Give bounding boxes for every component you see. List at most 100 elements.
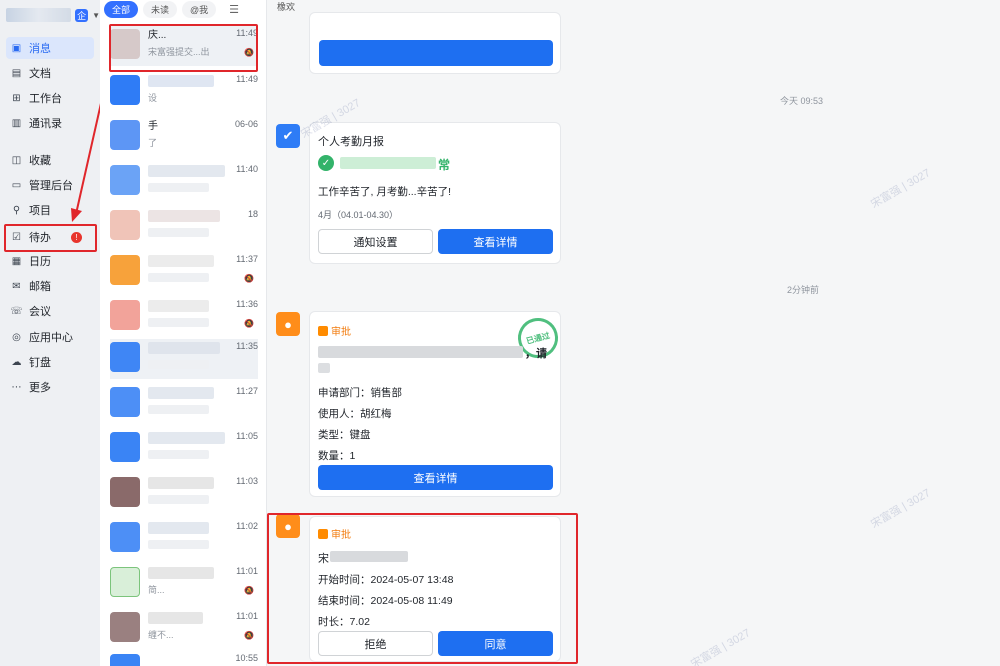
reject-button[interactable]: 拒绝 [318,631,433,656]
avatar [110,29,140,59]
blurred-status [340,157,436,169]
conversation-pane: 橡欢 今天 09:53 ✔ 个人考勤月报 ✓ 常 工作辛苦了, 月考勤...辛苦… [267,0,1000,666]
grid-icon: ⊞ [12,92,21,104]
todo-check-icon: ☑ [12,231,21,243]
blurred-preview [148,540,209,549]
chat-time: 06-06 [234,119,258,129]
blurred-preview [148,318,209,327]
more-dots-icon: ⋯ [11,381,22,393]
nav-item-workbench[interactable]: ⊞ 工作台 [6,87,94,109]
chat-last-message: 宋富强提交...出 [148,47,210,57]
filter-unread[interactable]: 未读 [143,0,178,18]
blurred-applicant [330,551,408,562]
list-item[interactable]: 11:03 [110,474,258,514]
chat-time: 11:49 [236,28,258,38]
app-center-icon: ◎ [12,331,21,343]
nav-item-contacts[interactable]: ▥ 通讯录 [6,112,94,134]
nav-item-label: 文档 [29,68,51,80]
nav-item-label: 邮箱 [29,281,51,293]
field-duration: 时长：7.02 [318,616,370,628]
nav-item-meetings[interactable]: ☏ 会议 [6,300,94,322]
chat-time: 11:01 [236,566,258,576]
chat-time: 11:05 [236,431,258,441]
avatar [110,387,140,417]
timestamp: 2分钟前 [787,285,820,295]
list-item[interactable]: 11:36 🔕 [110,297,258,337]
approval-icon [318,325,328,336]
nav-item-app-center[interactable]: ◎ 应用中心 [6,326,94,348]
user-profile[interactable]: 企 ▼ [0,0,100,30]
nav-item-label: 会议 [29,306,51,318]
blurred-heading [318,346,523,358]
nav-item-docs[interactable]: ▤ 文档 [6,62,94,84]
field-quantity: 数量：1 [318,450,356,462]
chat-last-message: 简... [148,585,165,595]
filter-mention[interactable]: @我 [182,0,217,18]
list-menu-icon[interactable]: ☰ [229,3,239,16]
nav-item-mail[interactable]: ✉ 邮箱 [6,275,94,297]
nav-item-drive[interactable]: ☁ 钉盘 [6,351,94,373]
nav-item-todo[interactable]: ☑ 待办 ! [6,226,94,248]
nav-item-projects[interactable]: ⚲ 项目 [6,199,94,221]
notify-settings-button[interactable]: 通知设置 [318,229,433,254]
card-action-button[interactable] [319,40,553,66]
nav-item-label: 工作台 [29,93,62,105]
list-item[interactable]: 11:40 [110,162,258,202]
chat-time: 11:49 [236,74,258,84]
list-item[interactable]: 10:55 [110,651,258,666]
list-item[interactable]: 11:02 [110,519,258,559]
meeting-phone-icon: ☏ [10,305,23,317]
chat-list: 全部 未读 @我 ☰ 庆... 宋富强提交...出 11:49 🔕 设 11:4… [100,0,365,666]
nav-item-favorites[interactable]: ◫ 收藏 [6,149,94,171]
nav-item-messages[interactable]: ▣ 消息 [6,37,94,59]
chat-bubble-icon: ▣ [11,42,22,54]
folder-star-icon: ◫ [11,154,22,166]
leave-approval-card: 审批 宋 开始时间：2024-05-07 13:48 结束时间：2024-05-… [309,516,561,662]
view-details-button[interactable]: 查看详情 [438,229,553,254]
list-item[interactable]: 缠不... 11:01 🔕 [110,609,258,649]
blurred-preview [148,495,209,504]
filter-all[interactable]: 全部 [104,0,139,18]
blurred-title [148,255,214,267]
check-circle-icon: ✓ [318,155,334,171]
blurred-title [148,522,209,534]
attendance-period: 4月（04.01-04.30） [318,210,399,220]
chat-last-message: 设 [148,93,158,103]
watermark: 宋富强 | 3027 [688,627,753,666]
mute-bell-icon: 🔕 [244,274,254,283]
nav-item-calendar[interactable]: ▦ 日历 [6,250,94,272]
blurred-heading-line2 [318,363,330,373]
avatar[interactable] [6,8,72,22]
calendar-icon: ▦ [11,255,22,267]
list-item[interactable]: 简... 11:01 🔕 [110,564,258,604]
list-item[interactable]: 庆... 宋富强提交...出 11:49 🔕 [110,26,258,66]
field-department: 申请部门：销售部 [318,387,402,399]
list-item[interactable]: 11:05 [110,429,258,469]
mute-bell-icon: 🔕 [244,319,254,328]
list-item[interactable]: 18 [110,207,258,247]
field-start-time: 开始时间：2024-05-07 13:48 [318,574,454,586]
approval-tag-label: 审批 [331,530,351,541]
view-details-button[interactable]: 查看详情 [318,465,553,490]
blurred-title [148,210,220,222]
attendance-card: 个人考勤月报 ✓ 常 工作辛苦了, 月考勤...辛苦了! 4月（04.01-04… [309,122,561,264]
list-item[interactable]: 11:37 🔕 [110,252,258,292]
list-item[interactable]: 11:27 [110,384,258,424]
list-item[interactable]: 手了 06-06 [110,117,258,157]
chat-time: 11:02 [236,521,258,531]
nav-item-admin[interactable]: ▭ 管理后台 [6,174,94,196]
field-end-time: 结束时间：2024-05-08 11:49 [318,595,453,607]
approval-tag-label: 审批 [331,327,351,338]
mute-bell-icon: 🔕 [244,631,254,640]
watermark: 宋富强 | 3027 [868,487,933,531]
list-item[interactable]: 11:35 [110,339,258,379]
left-nav: 企 ▼ ▣ 消息 ▤ 文档 ⊞ 工作台 ▥ 通讯录 ◫ 收藏 ▭ 管理后台 ⚲ … [0,0,100,666]
chat-time: 11:27 [236,386,258,396]
nav-item-label: 收藏 [29,155,51,167]
blurred-title [148,342,220,354]
caret-down-icon[interactable]: ▼ [92,11,100,20]
nav-item-more[interactable]: ⋯ 更多 [6,376,94,398]
nav-item-label: 消息 [29,43,51,55]
agree-button[interactable]: 同意 [438,631,553,656]
list-item[interactable]: 设 11:49 [110,72,258,112]
